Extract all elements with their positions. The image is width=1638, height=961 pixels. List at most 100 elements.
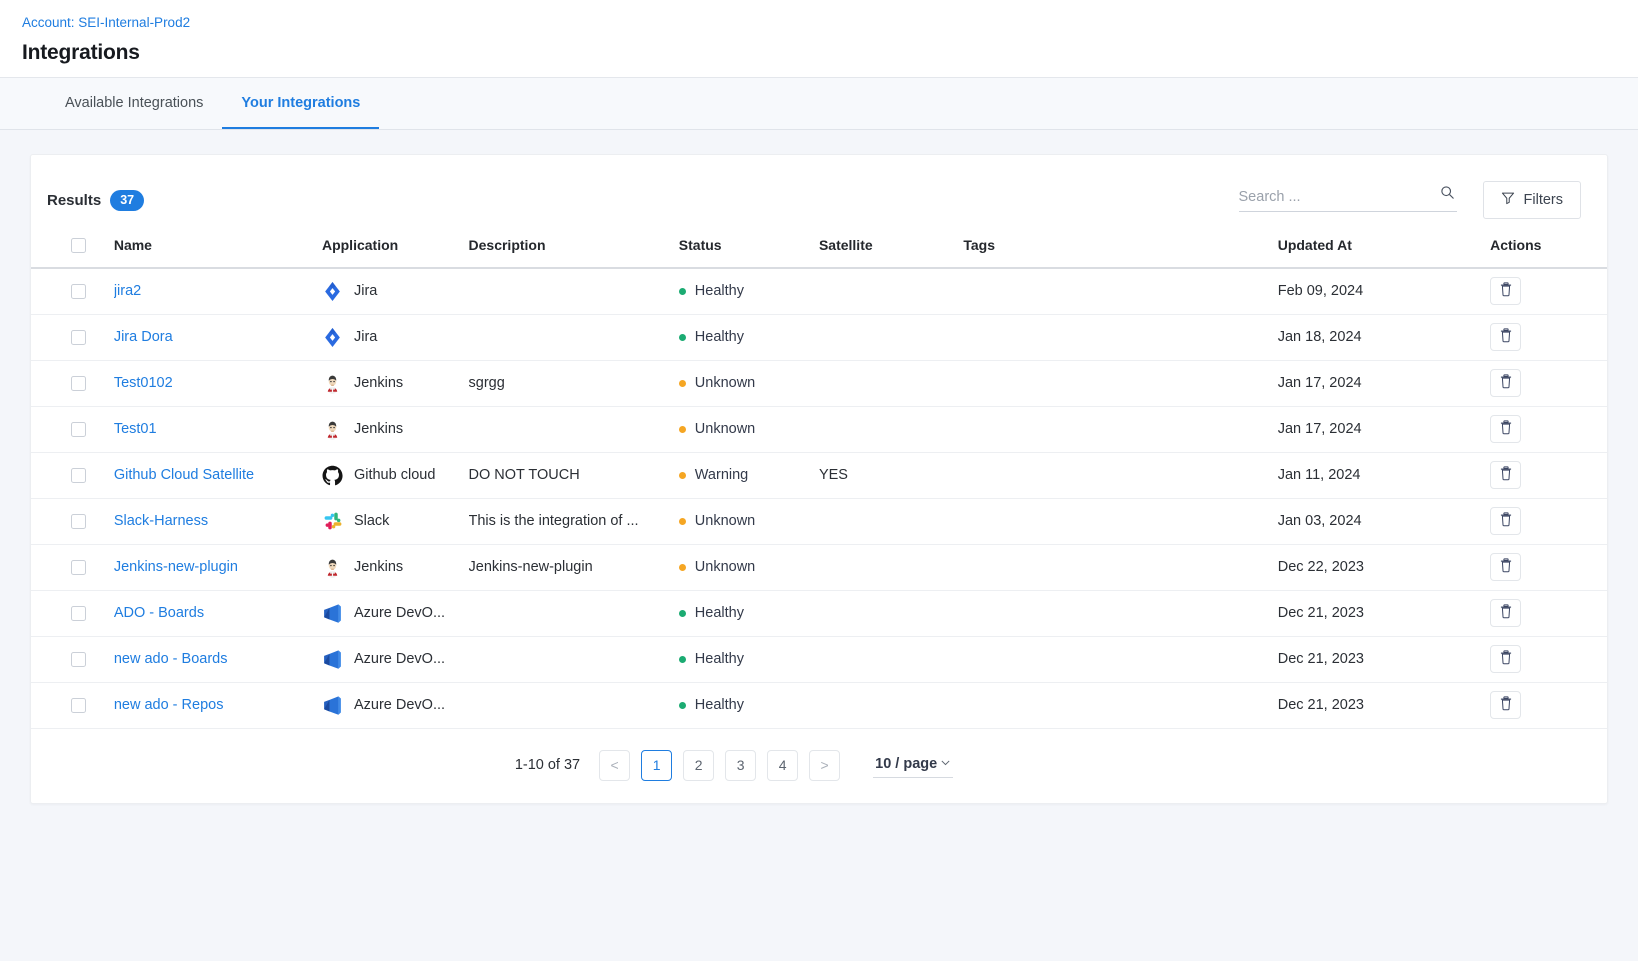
- integration-name-link[interactable]: Github Cloud Satellite: [114, 467, 254, 483]
- updated-at-text: Jan 18, 2024: [1278, 329, 1362, 345]
- search-input[interactable]: [1239, 189, 1429, 205]
- row-actions-cell: [1490, 544, 1607, 590]
- application-label: Azure DevO...: [354, 697, 445, 713]
- integration-name-link[interactable]: Test0102: [114, 375, 173, 391]
- row-name-cell: Slack-Harness: [114, 498, 322, 544]
- account-breadcrumb-link[interactable]: Account: SEI-Internal-Prod2: [22, 14, 190, 32]
- row-checkbox[interactable]: [71, 698, 86, 713]
- row-checkbox[interactable]: [71, 560, 86, 575]
- row-actions-cell: [1490, 498, 1607, 544]
- updated-at-text: Feb 09, 2024: [1278, 283, 1363, 299]
- row-status-cell: Healthy: [679, 636, 819, 682]
- row-checkbox[interactable]: [71, 284, 86, 299]
- table-header: Name Application Description Status Sate…: [31, 237, 1607, 268]
- integration-name-link[interactable]: ADO - Boards: [114, 605, 204, 621]
- row-checkbox[interactable]: [71, 652, 86, 667]
- description-text: DO NOT TOUCH: [469, 467, 659, 483]
- row-status-cell: Unknown: [679, 544, 819, 590]
- table-row: Slack-HarnessSlackThis is the integratio…: [31, 498, 1607, 544]
- row-checkbox[interactable]: [71, 606, 86, 621]
- updated-at-text: Dec 21, 2023: [1278, 651, 1364, 667]
- row-checkbox[interactable]: [71, 330, 86, 345]
- table-header-row: Name Application Description Status Sate…: [31, 237, 1607, 268]
- integration-name-link[interactable]: jira2: [114, 283, 141, 299]
- tab-your-integrations[interactable]: Your Integrations: [222, 78, 379, 129]
- delete-integration-button[interactable]: [1490, 277, 1521, 305]
- row-checkbox[interactable]: [71, 422, 86, 437]
- jenkins-icon: [322, 372, 344, 394]
- row-select-cell: [31, 452, 114, 498]
- integrations-card: Results 37 Filters: [30, 154, 1608, 804]
- jenkins-icon: [322, 556, 344, 578]
- tab-available-integrations[interactable]: Available Integrations: [46, 78, 222, 129]
- row-updated-at-cell: Dec 21, 2023: [1278, 682, 1490, 728]
- application-label: Jenkins: [354, 421, 403, 437]
- search-icon: [1440, 185, 1455, 205]
- row-satellite-cell: [819, 636, 963, 682]
- row-application-cell: Azure DevO...: [322, 590, 469, 636]
- delete-integration-button[interactable]: [1490, 599, 1521, 627]
- row-description-cell: [469, 682, 679, 728]
- status-dot-icon: [679, 288, 686, 295]
- integration-name-link[interactable]: new ado - Boards: [114, 651, 228, 667]
- github-icon: [322, 464, 344, 486]
- delete-integration-button[interactable]: [1490, 691, 1521, 719]
- row-name-cell: new ado - Boards: [114, 636, 322, 682]
- trash-icon: [1499, 420, 1513, 438]
- row-name-cell: new ado - Repos: [114, 682, 322, 728]
- table-row: new ado - Boards Azure DevO... Healthy Dec …: [31, 636, 1607, 682]
- page-size-selector[interactable]: 10 / page: [873, 752, 953, 778]
- integration-name-link[interactable]: Slack-Harness: [114, 513, 208, 529]
- row-select-cell: [31, 498, 114, 544]
- filters-button[interactable]: Filters: [1483, 181, 1581, 219]
- column-header-status[interactable]: Status: [679, 237, 819, 268]
- delete-integration-button[interactable]: [1490, 323, 1521, 351]
- table-row: Test0102JenkinssgrggUnknownJan 17, 2024: [31, 360, 1607, 406]
- select-all-checkbox[interactable]: [71, 238, 86, 253]
- row-description-cell: [469, 406, 679, 452]
- row-updated-at-cell: Jan 17, 2024: [1278, 360, 1490, 406]
- column-header-tags[interactable]: Tags: [963, 237, 1277, 268]
- status-dot-icon: [679, 334, 686, 341]
- row-checkbox[interactable]: [71, 514, 86, 529]
- updated-at-text: Jan 17, 2024: [1278, 421, 1362, 437]
- row-status-cell: Unknown: [679, 498, 819, 544]
- pagination-next-button[interactable]: >: [809, 750, 840, 781]
- pagination-page-3[interactable]: 3: [725, 750, 756, 781]
- row-select-cell: [31, 406, 114, 452]
- row-checkbox[interactable]: [71, 376, 86, 391]
- row-tags-cell: [963, 682, 1277, 728]
- row-application-cell: Azure DevO...: [322, 636, 469, 682]
- row-satellite-cell: [819, 498, 963, 544]
- row-checkbox[interactable]: [71, 468, 86, 483]
- status-label: Healthy: [695, 283, 744, 299]
- delete-integration-button[interactable]: [1490, 369, 1521, 397]
- trash-icon: [1499, 466, 1513, 484]
- integration-name-link[interactable]: Jira Dora: [114, 329, 173, 345]
- delete-integration-button[interactable]: [1490, 415, 1521, 443]
- row-tags-cell: [963, 590, 1277, 636]
- application-label: Azure DevO...: [354, 651, 445, 667]
- integration-name-link[interactable]: Test01: [114, 421, 157, 437]
- row-name-cell: Test0102: [114, 360, 322, 406]
- card-toolbar: Results 37 Filters: [31, 155, 1607, 237]
- column-header-name[interactable]: Name: [114, 237, 322, 268]
- pagination-prev-button[interactable]: <: [599, 750, 630, 781]
- column-header-application[interactable]: Application: [322, 237, 469, 268]
- row-actions-cell: [1490, 314, 1607, 360]
- azure-devops-icon: [322, 602, 344, 624]
- delete-integration-button[interactable]: [1490, 507, 1521, 535]
- column-header-description[interactable]: Description: [469, 237, 679, 268]
- row-updated-at-cell: Dec 21, 2023: [1278, 590, 1490, 636]
- integration-name-link[interactable]: new ado - Repos: [114, 697, 224, 713]
- delete-integration-button[interactable]: [1490, 645, 1521, 673]
- delete-integration-button[interactable]: [1490, 461, 1521, 489]
- pagination-page-2[interactable]: 2: [683, 750, 714, 781]
- integration-name-link[interactable]: Jenkins-new-plugin: [114, 559, 238, 575]
- delete-integration-button[interactable]: [1490, 553, 1521, 581]
- search-field-wrapper[interactable]: [1239, 189, 1457, 212]
- pagination-page-1[interactable]: 1: [641, 750, 672, 781]
- column-header-updated-at[interactable]: Updated At: [1278, 237, 1490, 268]
- pagination-page-4[interactable]: 4: [767, 750, 798, 781]
- column-header-satellite[interactable]: Satellite: [819, 237, 963, 268]
